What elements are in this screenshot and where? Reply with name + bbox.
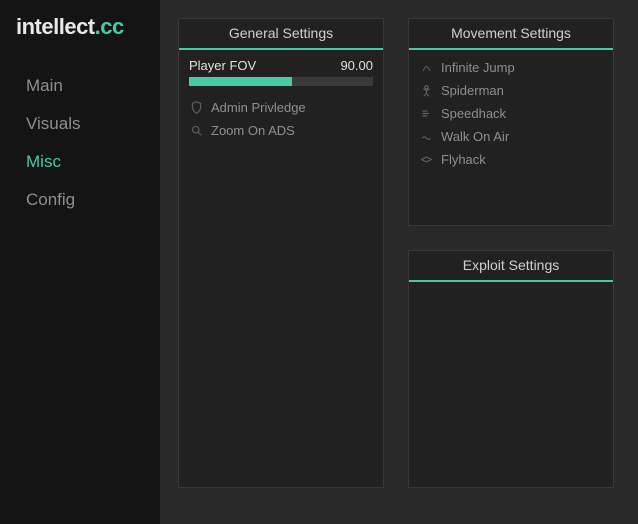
person-icon [419,84,433,97]
nav-item-main[interactable]: Main [16,68,144,106]
panel-movement-title: Movement Settings [409,19,613,50]
fov-value: 90.00 [340,58,373,73]
panel-movement-body: Infinite Jump Spiderman Speedhack Walk O… [409,50,613,181]
brand-text-1: intellect [16,14,95,39]
panel-general-body: Player FOV 90.00 Admin Privledge Zoom On… [179,50,383,152]
option-flyhack[interactable]: Flyhack [419,148,603,171]
option-admin-privledge[interactable]: Admin Privledge [189,96,373,119]
speed-icon [419,107,433,120]
option-walk-on-air[interactable]: Walk On Air [419,125,603,148]
brand-text-2: .cc [95,14,124,39]
sidebar: intellect.cc Main Visuals Misc Config [0,0,160,524]
shield-icon [189,101,203,114]
option-infinite-jump[interactable]: Infinite Jump [419,56,603,79]
zoom-icon [189,124,203,137]
panel-exploit: Exploit Settings [408,250,614,488]
fov-label: Player FOV [189,58,256,73]
nav-list: Main Visuals Misc Config [16,68,144,220]
nav-item-visuals[interactable]: Visuals [16,106,144,144]
fly-icon [419,153,433,166]
panel-exploit-body [409,282,613,298]
fov-slider-fill [189,77,292,86]
option-label: Infinite Jump [441,60,515,75]
option-label: Spiderman [441,83,504,98]
air-icon [419,130,433,143]
brand-logo: intellect.cc [16,14,144,40]
option-zoom-on-ads[interactable]: Zoom On ADS [189,119,373,142]
panel-general: General Settings Player FOV 90.00 Admin … [178,18,384,488]
option-spiderman[interactable]: Spiderman [419,79,603,102]
option-label: Speedhack [441,106,506,121]
option-speedhack[interactable]: Speedhack [419,102,603,125]
option-label: Admin Privledge [211,100,306,115]
nav-item-config[interactable]: Config [16,182,144,220]
option-label: Flyhack [441,152,486,167]
column-left: General Settings Player FOV 90.00 Admin … [178,18,384,508]
panel-general-title: General Settings [179,19,383,50]
fov-row: Player FOV 90.00 [189,56,373,77]
nav-item-misc[interactable]: Misc [16,144,144,182]
panel-exploit-title: Exploit Settings [409,251,613,282]
fov-slider[interactable] [189,77,373,86]
column-right: Movement Settings Infinite Jump Spiderma… [408,18,614,508]
option-label: Walk On Air [441,129,509,144]
main-area: General Settings Player FOV 90.00 Admin … [160,0,638,524]
option-label: Zoom On ADS [211,123,295,138]
jump-icon [419,61,433,74]
panel-movement: Movement Settings Infinite Jump Spiderma… [408,18,614,226]
